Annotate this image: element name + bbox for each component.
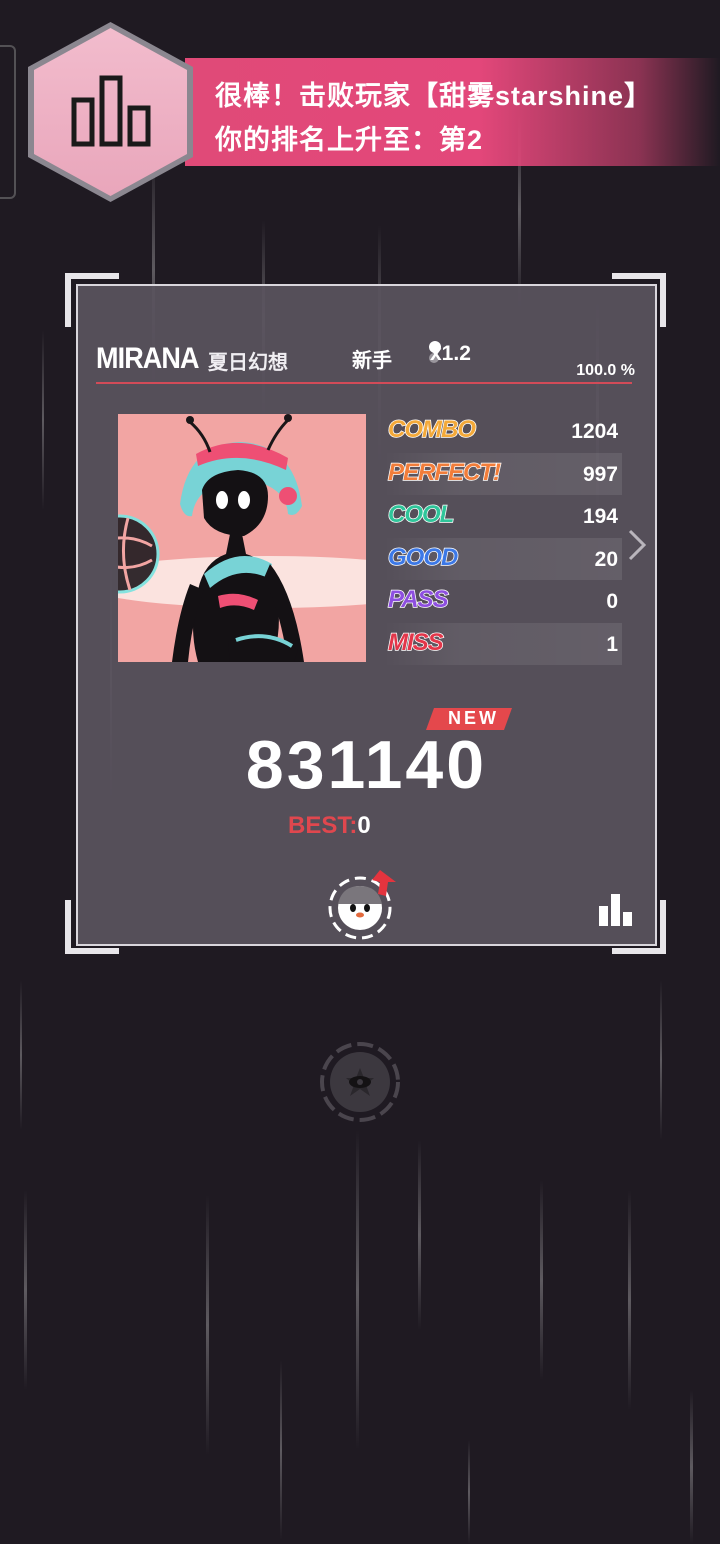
pass-value: 0 [606, 590, 618, 613]
judgement-row-perfect: PERFECT! 997 [384, 452, 622, 495]
result-card: MIRANA 夏日幻想 新手 x1.2 100.0 % COMBO 1204 P… [76, 284, 657, 946]
ranking-badge[interactable] [28, 22, 193, 202]
miss-label: MISS [387, 628, 444, 657]
accuracy-value: 100.0 % [576, 362, 635, 379]
side-panel-edge [0, 45, 16, 199]
song-cover-art [118, 414, 366, 662]
best-score: BEST:0 [288, 812, 371, 840]
speed-multiplier: x1.2 [430, 342, 471, 365]
perfect-label: PERFECT! [387, 458, 502, 487]
rank-banner: 很棒！击败玩家【甜雾starshine】 你的排名上升至：第2 [185, 58, 720, 166]
chevron-right-icon[interactable] [626, 528, 648, 562]
song-title: MIRANA [96, 342, 200, 375]
cool-label: COOL [387, 500, 455, 529]
final-score: 831140 [245, 727, 488, 803]
judgement-table: COMBO 1204 PERFECT! 997 COOL 194 GOOD 20… [384, 410, 622, 665]
combo-label: COMBO [387, 415, 477, 444]
ranking-bars-icon [71, 75, 151, 147]
good-value: 20 [594, 547, 618, 571]
best-score-label: BEST: [288, 812, 358, 839]
player-avatar-icon[interactable] [328, 868, 400, 940]
rank-message: 很棒！击败玩家【甜雾starshine】 [215, 81, 653, 111]
cool-value: 194 [582, 505, 618, 528]
judgement-row-cool: COOL 194 [384, 495, 622, 538]
song-subtitle: 夏日幻想 [208, 352, 288, 374]
eye-icon[interactable] [318, 1040, 402, 1124]
judgement-row-good: GOOD 20 [384, 537, 622, 580]
perfect-value: 997 [582, 462, 618, 486]
leaderboard-bars-icon[interactable] [598, 892, 634, 926]
judgement-row-pass: PASS 0 [384, 580, 622, 623]
rank-position: 你的排名上升至：第2 [215, 125, 484, 155]
combo-value: 1204 [571, 420, 618, 443]
judgement-row-miss: MISS 1 [384, 622, 622, 665]
title-divider [96, 382, 632, 384]
judgement-row-combo: COMBO 1204 [384, 410, 622, 453]
pass-label: PASS [387, 585, 449, 614]
miss-value: 1 [606, 632, 618, 656]
difficulty-label: 新手 [352, 350, 392, 372]
good-label: GOOD [387, 543, 459, 572]
best-score-value: 0 [357, 812, 371, 839]
